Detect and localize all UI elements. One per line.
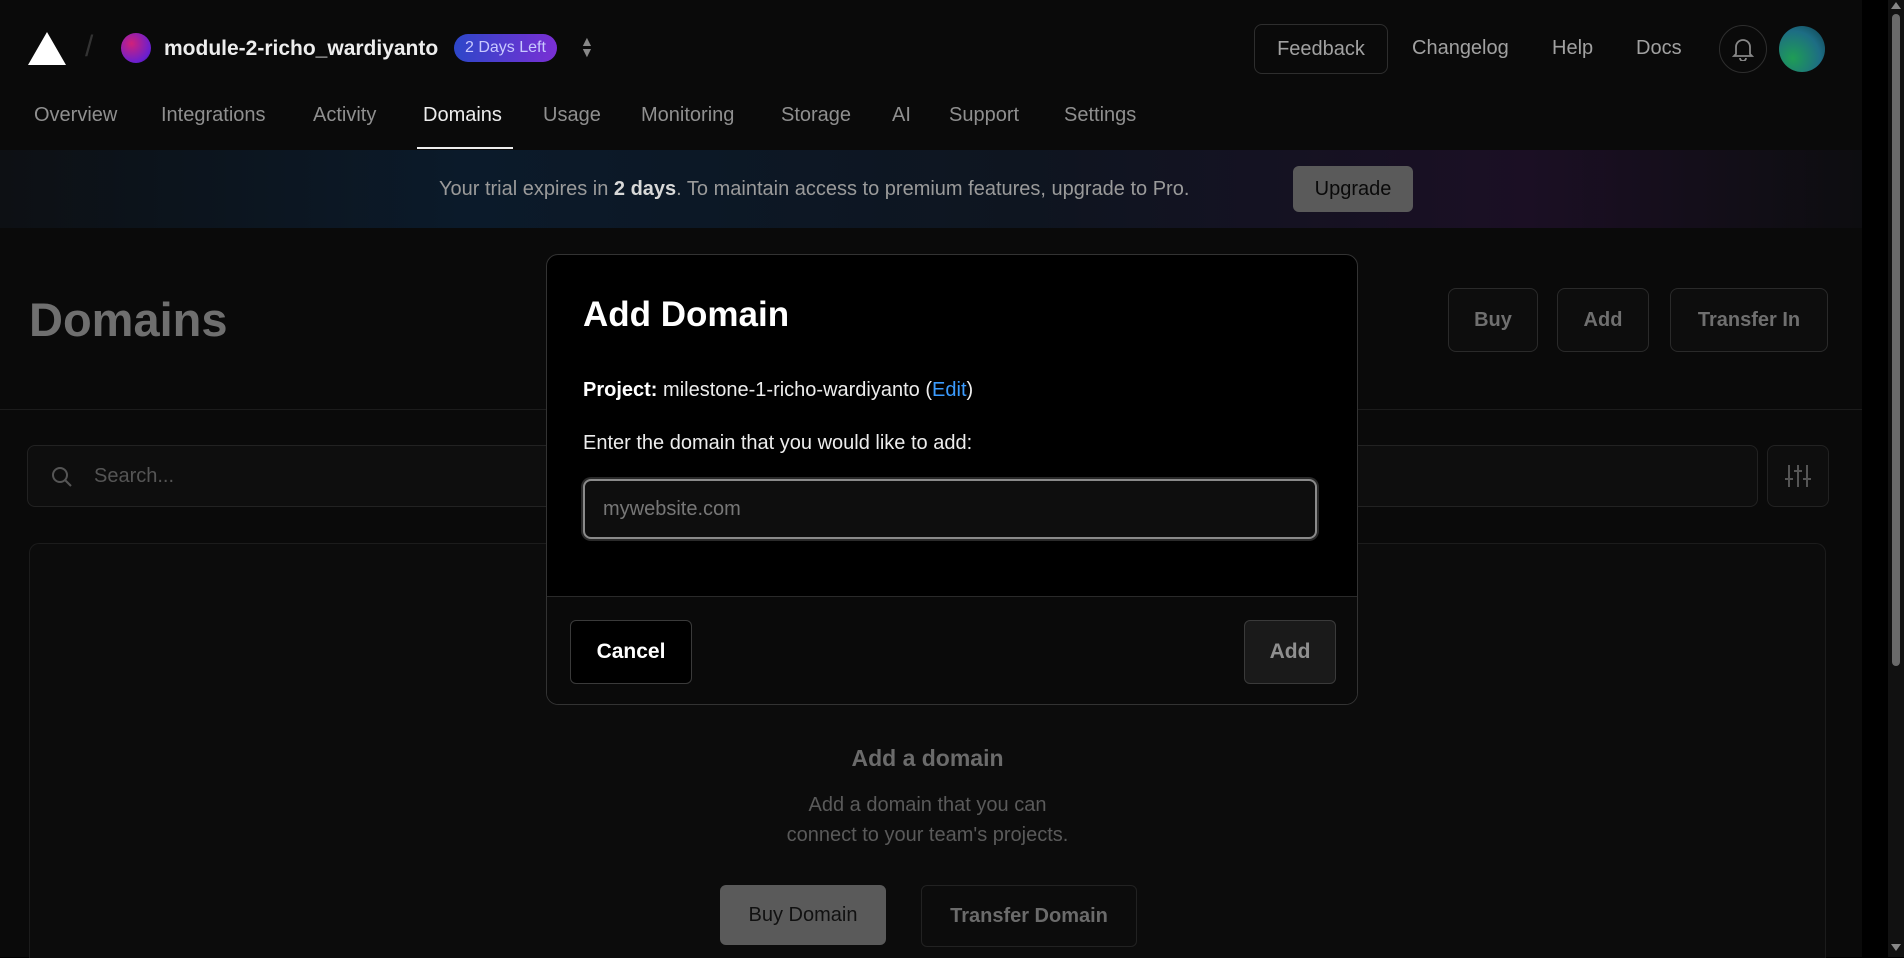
empty-state-title: Add a domain xyxy=(851,745,1004,771)
tab-usage[interactable]: Usage xyxy=(543,104,601,127)
buy-domain-button[interactable]: Buy Domain xyxy=(720,885,886,945)
buy-button[interactable]: Buy xyxy=(1448,288,1538,352)
trial-prefix: Your trial expires in xyxy=(439,178,614,200)
team-avatar[interactable] xyxy=(121,33,151,63)
user-avatar[interactable] xyxy=(1779,26,1825,72)
search-placeholder: Search... xyxy=(94,465,175,487)
team-name[interactable]: module-2-richo_wardiyanto xyxy=(164,37,438,61)
empty-state-description: Add a domain that you can connect to you… xyxy=(30,790,1825,850)
notifications-button[interactable] xyxy=(1719,25,1767,73)
tab-domains[interactable]: Domains xyxy=(423,104,502,127)
scroll-up-arrow-icon[interactable] xyxy=(1891,2,1901,9)
edit-project-link[interactable]: Edit xyxy=(932,379,966,401)
add-domain-submit-button[interactable]: Add xyxy=(1244,620,1336,684)
tab-ai[interactable]: AI xyxy=(892,104,911,127)
changelog-link[interactable]: Changelog xyxy=(1412,37,1509,60)
add-domain-modal: Add Domain Project: milestone-1-richo-wa… xyxy=(546,254,1358,705)
filter-button[interactable] xyxy=(1767,445,1829,507)
transfer-domain-button[interactable]: Transfer Domain xyxy=(921,885,1137,947)
domain-input[interactable] xyxy=(583,479,1317,539)
tab-support[interactable]: Support xyxy=(949,104,1019,127)
modal-footer: Cancel Add xyxy=(547,596,1357,704)
docs-link[interactable]: Docs xyxy=(1636,37,1682,60)
cancel-button[interactable]: Cancel xyxy=(570,620,692,684)
add-button[interactable]: Add xyxy=(1557,288,1649,352)
nav-tabs: Overview Integrations Activity Domains U… xyxy=(0,96,1862,150)
trial-banner-text: Your trial expires in 2 days. To maintai… xyxy=(439,178,1189,201)
page-title: Domains xyxy=(29,293,228,346)
tab-integrations[interactable]: Integrations xyxy=(161,104,266,127)
tab-monitoring[interactable]: Monitoring xyxy=(641,104,734,127)
search-icon xyxy=(52,467,72,487)
help-link[interactable]: Help xyxy=(1552,37,1593,60)
trial-banner: Your trial expires in 2 days. To maintai… xyxy=(0,150,1862,228)
upgrade-button[interactable]: Upgrade xyxy=(1293,166,1413,212)
trial-suffix: . To maintain access to premium features… xyxy=(676,178,1190,200)
scrollbar-thumb[interactable] xyxy=(1892,14,1900,666)
domain-prompt: Enter the domain that you would like to … xyxy=(583,432,973,454)
tab-storage[interactable]: Storage xyxy=(781,104,851,127)
scrollbar[interactable] xyxy=(1888,0,1904,957)
sliders-icon xyxy=(1785,465,1811,487)
trial-badge: 2 Days Left xyxy=(454,34,557,62)
active-tab-indicator xyxy=(417,147,513,149)
project-line: Project: milestone-1-richo-wardiyanto (E… xyxy=(583,379,974,401)
tab-overview[interactable]: Overview xyxy=(34,104,117,127)
chevron-up-down-icon[interactable]: ▲ ▼ xyxy=(580,34,594,59)
trial-days: 2 days xyxy=(613,178,677,200)
breadcrumb-separator: / xyxy=(85,30,94,63)
project-name: milestone-1-richo-wardiyanto xyxy=(663,379,920,401)
top-bar: / module-2-richo_wardiyanto 2 Days Left … xyxy=(0,0,1862,96)
tab-activity[interactable]: Activity xyxy=(313,104,376,127)
project-label: Project: xyxy=(583,379,658,401)
tab-settings[interactable]: Settings xyxy=(1064,104,1136,127)
transfer-in-button[interactable]: Transfer In xyxy=(1670,288,1828,352)
empty-desc-line-2: connect to your team's projects. xyxy=(786,824,1069,846)
modal-title: Add Domain xyxy=(583,295,790,334)
scroll-down-arrow-icon[interactable] xyxy=(1891,944,1901,951)
bell-icon xyxy=(1732,39,1754,61)
vercel-logo-icon[interactable] xyxy=(28,32,66,65)
feedback-button[interactable]: Feedback xyxy=(1254,24,1388,74)
empty-desc-line-1: Add a domain that you can xyxy=(808,794,1047,816)
